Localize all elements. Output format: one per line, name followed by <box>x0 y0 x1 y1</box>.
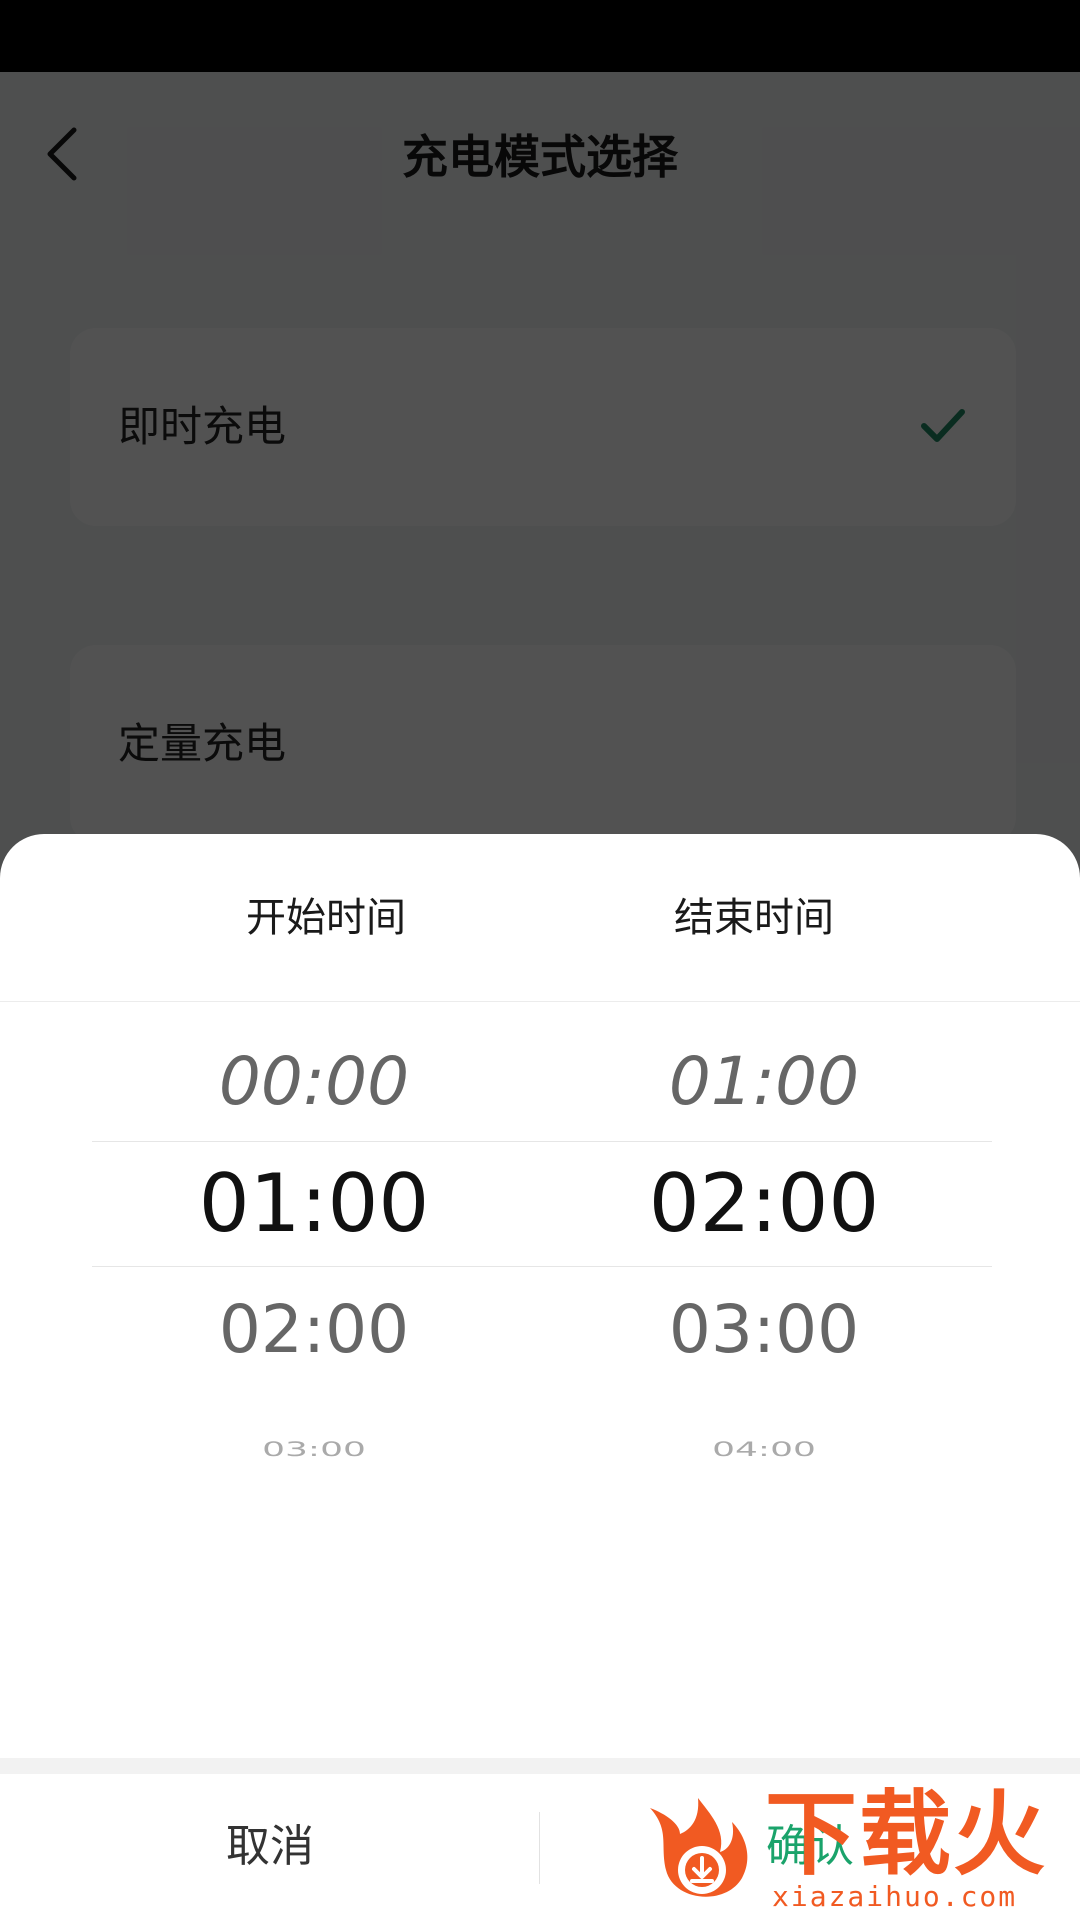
start-time-wheel[interactable]: 00:00 01:00 02:00 03:00 <box>104 1002 524 1568</box>
wheel-item-selected[interactable]: 02:00 <box>554 1142 974 1266</box>
picker-header: 开始时间 结束时间 <box>0 834 1080 1002</box>
nav-bar: 充电模式选择 <box>0 72 1080 242</box>
mode-label: 即时充电 <box>118 402 287 451</box>
page-title: 充电模式选择 <box>402 130 678 184</box>
wheel-item-selected[interactable]: 01:00 <box>104 1142 524 1266</box>
time-picker-sheet: 开始时间 结束时间 00:00 01:00 02:00 03:00 01:00 … <box>0 834 1080 1920</box>
mode-option-instant[interactable]: 即时充电 <box>70 328 1016 526</box>
wheel-item[interactable]: 03:00 <box>554 1282 974 1378</box>
start-time-title: 开始时间 <box>246 895 406 941</box>
cancel-button[interactable]: 取消 <box>0 1774 540 1920</box>
wheel-item[interactable]: 01:00 <box>554 1032 974 1132</box>
status-bar <box>0 0 1080 72</box>
time-wheels: 00:00 01:00 02:00 03:00 01:00 02:00 03:0… <box>0 1002 1080 1568</box>
mode-option-quantity[interactable]: 定量充电 <box>70 645 1016 843</box>
mode-label: 定量充电 <box>118 719 287 768</box>
wheel-item[interactable]: 03:00 <box>104 1435 524 1466</box>
wheel-item[interactable]: 04:00 <box>554 1435 974 1466</box>
check-icon <box>921 409 965 442</box>
end-time-wheel[interactable]: 01:00 02:00 03:00 04:00 <box>554 1002 974 1568</box>
wheel-item[interactable]: 00:00 <box>104 1032 524 1132</box>
action-bar: 取消 确认 <box>0 1758 1080 1920</box>
confirm-button[interactable]: 确认 <box>540 1774 1080 1920</box>
end-time-title: 结束时间 <box>674 895 834 941</box>
wheel-item[interactable]: 02:00 <box>104 1282 524 1378</box>
